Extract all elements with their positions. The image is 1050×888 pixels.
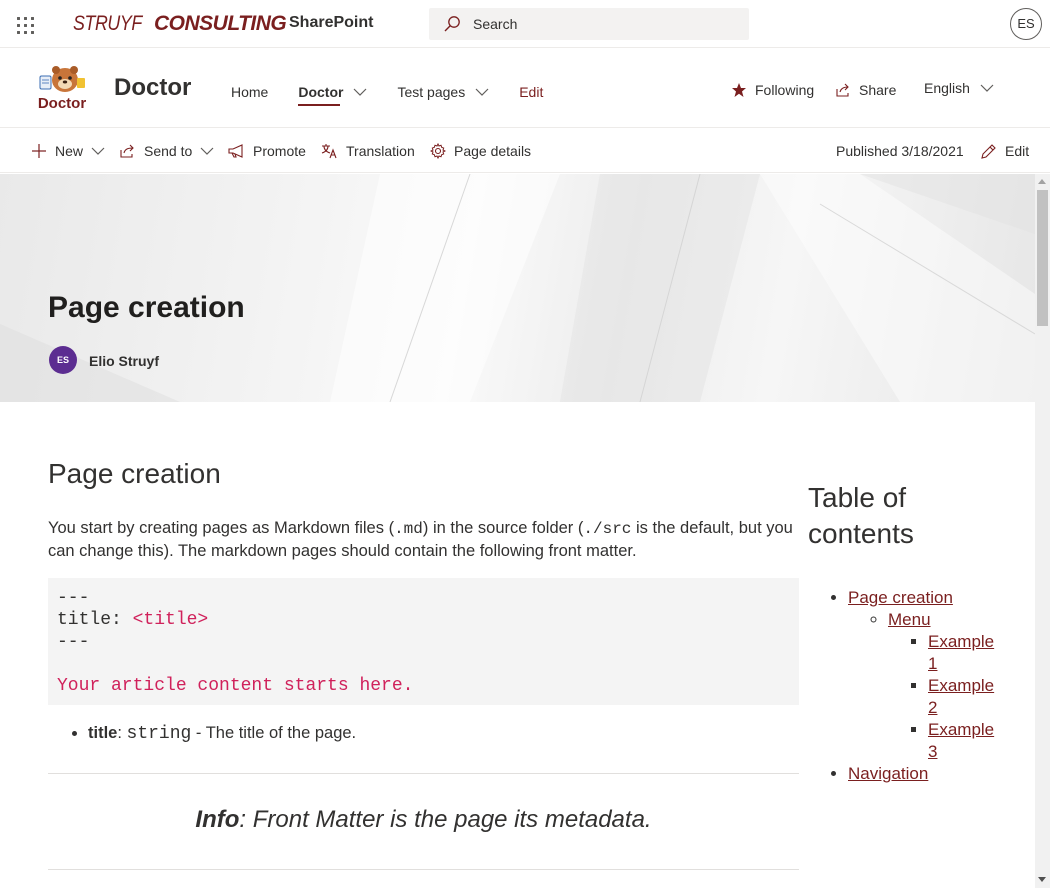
info-callout: Info: Front Matter is the page its metad… xyxy=(48,806,799,834)
nav-item-doctor[interactable]: Doctor xyxy=(298,82,367,106)
share-icon xyxy=(120,144,134,158)
code-token: <title> xyxy=(132,610,209,630)
org-logo-bold: CONSULTING xyxy=(154,12,287,35)
user-avatar[interactable]: ES xyxy=(1010,8,1042,40)
megaphone-icon xyxy=(228,144,243,158)
org-logo-light: STRUYF xyxy=(73,12,142,35)
search-input[interactable] xyxy=(473,8,743,40)
share-icon xyxy=(836,83,849,97)
chevron-down-icon xyxy=(475,88,489,96)
translate-icon xyxy=(321,144,337,159)
following-button[interactable]: Following xyxy=(731,82,814,98)
info-text: : Front Matter is the page its metadata. xyxy=(239,806,652,833)
nav-item-label: Doctor xyxy=(298,84,344,100)
divider xyxy=(48,869,799,870)
inline-code: ./src xyxy=(583,520,632,538)
nav-item-label: Test pages xyxy=(397,84,466,100)
chevron-down-icon xyxy=(980,84,994,92)
chevron-down-icon xyxy=(354,88,367,96)
toc-link-example-1[interactable]: Example 1 xyxy=(928,632,994,673)
toc-link-menu[interactable]: Menu xyxy=(888,610,931,629)
translation-label: Translation xyxy=(346,143,415,159)
page-title-banner: Page creation ES Elio Struyf xyxy=(0,174,1035,402)
new-label: New xyxy=(55,143,84,159)
nav-item-test-pages[interactable]: Test pages xyxy=(397,82,489,102)
following-label: Following xyxy=(755,82,815,98)
toc-link-example-2[interactable]: Example 2 xyxy=(928,676,994,717)
article-heading: Page creation xyxy=(48,458,221,489)
intro-paragraph: You start by creating pages as Markdown … xyxy=(48,517,799,562)
search-icon xyxy=(444,16,460,32)
toc-link-page-creation[interactable]: Page creation xyxy=(848,588,953,607)
toc-link-example-3[interactable]: Example 3 xyxy=(928,720,994,761)
share-button[interactable]: Share xyxy=(835,82,896,98)
top-navigation: Home Doctor Test pages Edit xyxy=(231,82,573,106)
field-description: - The title of the page. xyxy=(191,724,357,742)
nav-item-label: Edit xyxy=(519,84,544,100)
star-icon xyxy=(732,83,746,97)
code-line: --- xyxy=(57,632,90,652)
table-of-contents: Table of contents Page creation Menu Exa… xyxy=(808,480,1008,785)
chevron-down-icon xyxy=(91,147,105,155)
send-to-button[interactable]: Send to xyxy=(119,141,214,161)
edit-label: Edit xyxy=(1005,143,1030,159)
site-header: Doctor Doctor Home Doctor Test pages Edi… xyxy=(0,48,1050,128)
nav-item-label: Home xyxy=(231,84,269,100)
chevron-down-icon xyxy=(200,147,214,155)
scroll-down-arrow-icon[interactable] xyxy=(1038,877,1046,882)
intro-text: ) in the source folder ( xyxy=(422,519,584,537)
page-details-label: Page details xyxy=(454,143,532,159)
svg-text:Doctor: Doctor xyxy=(38,95,86,112)
language-selector[interactable]: English xyxy=(924,80,994,96)
suite-bar: STRUYF CONSULTING SharePoint ES xyxy=(0,0,1050,48)
code-line: Your article content starts here. xyxy=(57,676,414,696)
app-launcher-icon[interactable] xyxy=(8,8,40,40)
divider xyxy=(48,773,799,774)
site-logo[interactable]: Doctor xyxy=(32,64,92,112)
page-details-button[interactable]: Page details xyxy=(430,141,531,161)
gear-icon xyxy=(430,143,446,159)
plus-icon xyxy=(32,144,46,158)
share-label: Share xyxy=(859,82,897,98)
app-name[interactable]: SharePoint xyxy=(289,14,373,32)
promote-label: Promote xyxy=(253,143,306,159)
send-to-label: Send to xyxy=(144,143,193,159)
code-block: --- title: <title> --- Your article cont… xyxy=(48,578,799,705)
language-label: English xyxy=(924,80,970,96)
new-button[interactable]: New xyxy=(31,141,105,161)
field-list: title: string - The title of the page. xyxy=(88,721,356,746)
field-separator: : xyxy=(117,724,127,742)
author-name[interactable]: Elio Struyf xyxy=(89,353,159,369)
author-avatar[interactable]: ES xyxy=(49,346,77,374)
edit-page-button[interactable]: Edit xyxy=(980,141,1029,161)
toc-link-navigation[interactable]: Navigation xyxy=(848,764,928,783)
code-line: title: xyxy=(57,610,133,630)
promote-button[interactable]: Promote xyxy=(228,141,306,161)
translation-button[interactable]: Translation xyxy=(321,141,415,161)
scroll-up-arrow-icon[interactable] xyxy=(1038,179,1046,184)
org-logo[interactable]: STRUYF CONSULTING xyxy=(73,10,287,38)
inline-code: .md xyxy=(394,520,423,538)
command-bar: New Send to Promote Translation Page det… xyxy=(0,129,1050,173)
nav-edit-link[interactable]: Edit xyxy=(519,82,543,102)
site-title[interactable]: Doctor xyxy=(114,74,191,102)
published-date: Published 3/18/2021 xyxy=(836,143,964,159)
toc-title: Table of contents xyxy=(808,482,914,549)
field-type: string xyxy=(126,724,192,744)
search-box[interactable] xyxy=(429,8,749,40)
page-title: Page creation xyxy=(48,291,245,324)
code-line: --- xyxy=(57,588,90,608)
nav-item-home[interactable]: Home xyxy=(231,82,268,102)
field-name: title xyxy=(88,724,118,742)
pencil-icon xyxy=(981,143,996,159)
info-label: Info xyxy=(195,806,240,833)
intro-text: You start by creating pages as Markdown … xyxy=(48,519,395,537)
list-item: title: string - The title of the page. xyxy=(88,721,356,746)
scrollbar-thumb[interactable] xyxy=(1037,190,1048,326)
